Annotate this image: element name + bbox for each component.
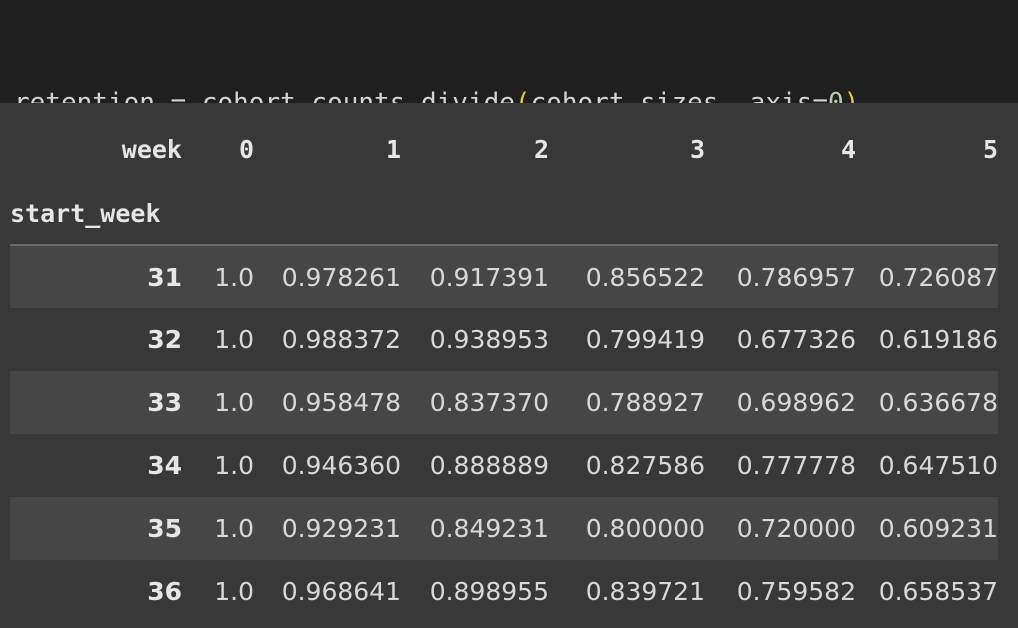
table-cell: 0.978261 <box>281 262 401 292</box>
empty-cell <box>401 182 549 246</box>
empty-cell <box>705 182 856 246</box>
row-index: 33 <box>147 388 182 417</box>
table-cell: 0.647510 <box>878 451 998 480</box>
column-header: 2 <box>533 135 549 164</box>
column-header: 1 <box>385 135 401 164</box>
table-cell: 0.788927 <box>585 388 705 417</box>
table-row: 31 1.0 0.978261 0.917391 0.856522 0.7869… <box>10 245 998 308</box>
empty-cell <box>549 182 705 246</box>
row-index: 32 <box>147 325 182 354</box>
table-cell: 1.0 <box>214 388 254 417</box>
table-row: 32 1.0 0.988372 0.938953 0.799419 0.6773… <box>10 308 998 371</box>
column-header: 5 <box>982 135 998 164</box>
table-cell: 0.837370 <box>429 388 549 417</box>
column-header: 0 <box>238 135 254 164</box>
output-area: week 0 1 2 3 4 5 start_week 31 1.0 0.978… <box>0 103 1018 628</box>
table-cell: 0.726087 <box>878 262 998 292</box>
empty-cell <box>254 182 401 246</box>
table-cell: 0.946360 <box>281 451 401 480</box>
table-cell: 0.609231 <box>878 514 998 543</box>
table-cell: 0.677326 <box>736 325 856 354</box>
table-cell: 1.0 <box>214 451 254 480</box>
table-cell: 0.988372 <box>281 325 401 354</box>
column-header: 4 <box>840 135 856 164</box>
empty-cell <box>856 182 998 246</box>
table-cell: 0.827586 <box>585 451 705 480</box>
table-cell: 1.0 <box>214 514 254 543</box>
table-cell: 0.856522 <box>585 262 705 292</box>
column-header: 3 <box>689 135 705 164</box>
table-cell: 0.786957 <box>736 262 856 292</box>
code-cell[interactable]: retention = cohort_counts.divide(cohort_… <box>0 0 1018 232</box>
table-cell: 0.777778 <box>736 451 856 480</box>
table-cell: 1.0 <box>214 577 254 606</box>
table-cell: 0.800000 <box>585 514 705 543</box>
empty-cell <box>182 182 254 246</box>
row-index: 35 <box>147 514 182 543</box>
table-row: 35 1.0 0.929231 0.849231 0.800000 0.7200… <box>10 497 998 560</box>
table-cell: 0.658537 <box>878 577 998 606</box>
dataframe-table: week 0 1 2 3 4 5 start_week 31 1.0 0.978… <box>10 117 998 623</box>
table-cell: 0.929231 <box>281 514 401 543</box>
table-cell: 0.839721 <box>585 577 705 606</box>
row-index: 36 <box>147 577 182 606</box>
table-cell: 0.720000 <box>736 514 856 543</box>
table-cell: 0.759582 <box>736 577 856 606</box>
table-row: 34 1.0 0.946360 0.888889 0.827586 0.7777… <box>10 434 998 497</box>
table-cell: 0.898955 <box>429 577 549 606</box>
table-cell: 0.636678 <box>878 388 998 417</box>
row-index: 31 <box>147 262 182 292</box>
table-cell: 0.799419 <box>585 325 705 354</box>
table-row: 36 1.0 0.968641 0.898955 0.839721 0.7595… <box>10 560 998 623</box>
index-name-row: start_week <box>10 182 998 246</box>
table-cell: 0.619186 <box>878 325 998 354</box>
columns-name: week <box>121 135 182 164</box>
row-index: 34 <box>147 451 182 480</box>
table-cell: 0.968641 <box>281 577 401 606</box>
table-cell: 1.0 <box>214 262 254 292</box>
table-cell: 0.888889 <box>429 451 549 480</box>
table-cell: 0.917391 <box>429 262 549 292</box>
table-cell: 0.698962 <box>736 388 856 417</box>
table-cell: 1.0 <box>214 325 254 354</box>
table-cell: 0.938953 <box>429 325 549 354</box>
index-name: start_week <box>10 182 182 246</box>
column-header-row: week 0 1 2 3 4 5 <box>10 117 998 182</box>
table-cell: 0.849231 <box>429 514 549 543</box>
table-row: 33 1.0 0.958478 0.837370 0.788927 0.6989… <box>10 371 998 434</box>
table-cell: 0.958478 <box>281 388 401 417</box>
